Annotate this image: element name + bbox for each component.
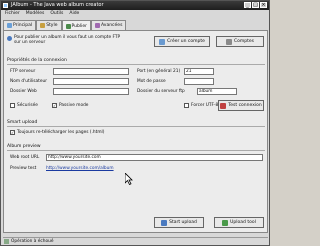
status-icon [4,239,9,244]
button-label: Start upload [169,219,197,225]
username-label: Nom d'utilisateur [10,79,47,84]
upload-tool-icon [222,219,229,226]
passive-mode-checkbox[interactable]: ✓ [52,103,57,108]
status-bar: Opération à échoué [3,237,268,245]
ftp-server-field[interactable] [53,68,129,75]
port-field[interactable]: 21 [184,68,214,75]
web-root-field[interactable]: http://www.yoursite.com [46,154,263,161]
app-window: JAlbum - The Java web album creator _ □ … [0,0,270,246]
button-label: Comptes [233,38,254,44]
album-preview-section-title: Album preview [7,144,41,149]
close-button[interactable]: × [260,2,267,8]
mouse-pointer-icon [125,173,133,185]
palette-icon [40,23,46,28]
wrench-icon [94,23,100,28]
button-label: Test connexion [228,102,262,108]
secure-checkbox[interactable] [10,103,15,108]
tab-label: Style [46,23,58,28]
tab-bar: Principal Style Publier Avancées [3,20,127,31]
user-add-icon [159,38,166,45]
server-dir-label: Dossier du serveur ftp [137,89,185,94]
menu-help[interactable]: Aide [69,10,79,18]
menu-tools[interactable]: Outils [50,10,63,18]
menu-bar: Fichier Modèles Outils Aide [2,10,269,18]
preview-label: Preview test [10,166,37,171]
minimize-button[interactable]: _ [244,2,251,8]
server-dir-field[interactable]: album [197,88,237,95]
web-dir-label: Dossier Web [10,89,37,94]
menu-templates[interactable]: Modèles [26,10,45,18]
always-reupload-checkbox[interactable]: ✓ [10,130,15,135]
connection-section-title: Propriétés de la connexion [7,58,67,63]
always-reupload-label: Toujours re-télécharger les pages (.html… [17,130,105,135]
divider [7,64,265,65]
preview-link[interactable]: http://www.yoursite.com/album [46,166,114,171]
password-field[interactable] [184,78,214,85]
app-icon [3,3,8,8]
tab-style[interactable]: Style [36,20,62,30]
divider [7,150,265,151]
web-root-label: Web root URL [10,155,40,160]
upload-tool-button[interactable]: Upload tool [214,217,264,228]
tab-label: Principal [13,23,33,28]
button-label: Créer un compte [167,38,205,44]
username-field[interactable] [53,78,129,85]
port-label: Port (en général 21) [137,69,181,74]
secure-label: Sécurisée [17,103,38,108]
utf8-checkbox[interactable] [184,103,189,108]
title-bar: JAlbum - The Java web album creator _ □ … [1,1,269,10]
button-label: Upload tool [230,219,256,225]
create-account-button[interactable]: Créer un compte [154,36,210,47]
password-label: Mot de passe [137,79,166,84]
smart-upload-section-title: Smart upload [7,120,38,125]
accounts-icon [225,38,232,45]
globe-icon [65,23,71,29]
window-title: JAlbum - The Java web album creator [11,2,104,8]
publish-hint: Pour publier un album il vous faut un co… [14,35,121,45]
upload-icon [161,219,168,226]
info-icon [7,36,12,41]
publish-panel: Pour publier un album il vous faut un co… [3,30,268,233]
plug-icon [220,102,227,109]
passive-mode-label: Passive mode [59,103,89,108]
tab-avancees[interactable]: Avancées [90,20,127,30]
tab-label: Avancées [100,23,123,28]
web-dir-field[interactable] [53,88,129,95]
menu-file[interactable]: Fichier [5,10,20,18]
start-upload-button[interactable]: Start upload [154,217,204,228]
utf8-label: Forcer UTF-8 [191,103,219,108]
ftp-server-label: FTP serveur [10,69,36,74]
tab-principal[interactable]: Principal [3,20,37,30]
divider [7,126,265,127]
maximize-button[interactable]: □ [252,2,259,8]
accounts-button[interactable]: Comptes [216,36,264,47]
home-icon [7,23,12,28]
test-connection-button[interactable]: Test connexion [218,100,264,111]
status-text: Opération à échoué [11,239,54,244]
